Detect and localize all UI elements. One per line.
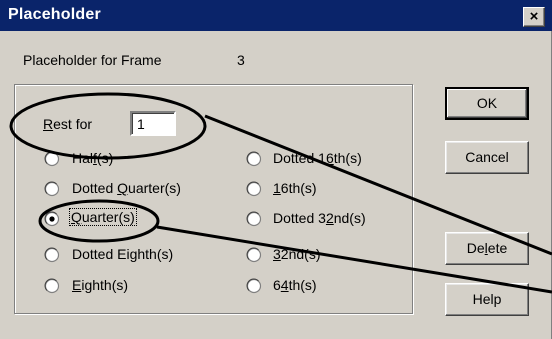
frame-label: Placeholder for Frame bbox=[23, 52, 162, 68]
radio-circle-icon bbox=[246, 181, 262, 197]
frame-number: 3 bbox=[237, 52, 245, 68]
radio-circle-icon bbox=[246, 278, 262, 294]
rest-for-input[interactable]: 1 bbox=[130, 111, 176, 136]
window-title: Placeholder bbox=[8, 6, 101, 23]
delete-button[interactable]: Delete bbox=[445, 232, 529, 265]
radio-label-half: Half(s) bbox=[72, 150, 114, 166]
radio-circle-icon bbox=[44, 151, 60, 167]
radio-label-dotted-32nd: Dotted 32nd(s) bbox=[273, 210, 366, 226]
ok-button[interactable]: OK bbox=[445, 87, 529, 120]
help-button[interactable]: Help bbox=[445, 283, 529, 316]
title-bar: Placeholder × bbox=[0, 0, 552, 31]
placeholder-dialog: Placeholder × Placeholder for Frame 3 Re… bbox=[0, 0, 552, 339]
radio-selected-icon bbox=[44, 211, 60, 227]
radio-circle-icon bbox=[44, 278, 60, 294]
radio-label-quarter: Quarter(s) bbox=[69, 208, 137, 226]
radio-circle-icon bbox=[246, 151, 262, 167]
radio-circle-icon bbox=[246, 211, 262, 227]
radio-label-dotted-16th: Dotted 16th(s) bbox=[273, 150, 362, 166]
rest-for-label: Rest for bbox=[43, 116, 93, 132]
radio-circle-icon bbox=[246, 247, 262, 263]
radio-label-16th: 16th(s) bbox=[273, 180, 317, 196]
radio-label-64th: 64th(s) bbox=[273, 277, 317, 293]
radio-label-eighth: Eighth(s) bbox=[72, 277, 129, 293]
radio-circle-icon bbox=[44, 181, 60, 197]
radio-circle-icon bbox=[44, 247, 60, 263]
radio-label-dotted-eighth: Dotted Eighth(s) bbox=[72, 246, 174, 262]
cancel-button[interactable]: Cancel bbox=[445, 141, 529, 174]
close-icon: × bbox=[529, 8, 539, 25]
close-button[interactable]: × bbox=[523, 7, 545, 27]
radio-label-dotted-quarter: Dotted Quarter(s) bbox=[72, 180, 181, 196]
radio-label-32nd: 32nd(s) bbox=[273, 246, 321, 262]
